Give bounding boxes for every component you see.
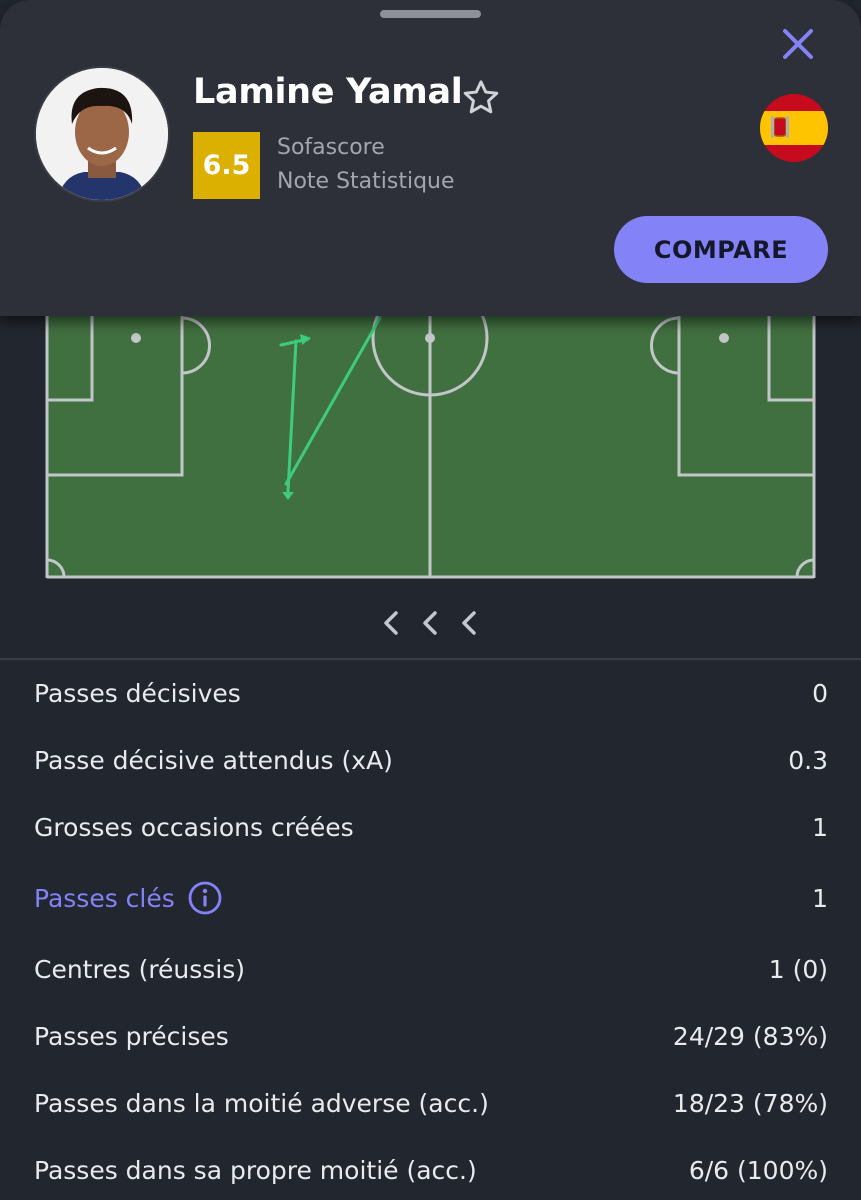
stat-label: Passes précises: [34, 1021, 229, 1051]
stat-label: Passes décisives: [34, 678, 241, 708]
key-passes-link[interactable]: Passes clés: [34, 880, 223, 916]
pitch-pager[interactable]: [380, 606, 480, 644]
stat-value: 0.3: [788, 745, 828, 775]
stat-row: Centres (réussis) 1 (0): [34, 945, 828, 993]
section-divider: [0, 658, 861, 660]
chevron-left-icon: [380, 608, 402, 642]
stat-label[interactable]: Passes clés: [34, 884, 175, 913]
stat-value: 0: [812, 678, 828, 708]
stat-label: Grosses occasions créées: [34, 812, 354, 842]
stat-value: 1 (0): [768, 954, 828, 984]
player-avatar: [34, 66, 170, 202]
close-button[interactable]: [776, 24, 820, 68]
favorite-button[interactable]: [458, 78, 504, 122]
stat-label: Centres (réussis): [34, 954, 246, 984]
chevron-left-icon: [419, 608, 441, 642]
chevron-left-icon: [458, 608, 480, 642]
star-outline-icon: [460, 77, 502, 123]
close-icon: [781, 27, 815, 65]
stat-row: Grosses occasions créées 1: [34, 803, 828, 851]
spain-flag-icon: [760, 94, 828, 162]
player-name: Lamine Yamal: [193, 72, 463, 112]
stat-label: Passe décisive attendus (xA): [34, 745, 393, 775]
stat-row: Passe décisive attendus (xA) 0.3: [34, 736, 828, 784]
drag-handle[interactable]: [380, 10, 481, 18]
stat-row: Passes dans sa propre moitié (acc.) 6/6 …: [34, 1146, 828, 1194]
stat-row-key-passes[interactable]: Passes clés 1: [34, 874, 828, 922]
stat-row: Passes dans la moitié adverse (acc.) 18/…: [34, 1079, 828, 1127]
stat-value: 6/6 (100%): [688, 1155, 828, 1185]
rating-badge: 6.5: [193, 132, 260, 199]
compare-button[interactable]: COMPARE: [614, 216, 828, 283]
rating-source: Sofascore: [277, 135, 385, 160]
stat-value: 24/29 (83%): [672, 1021, 828, 1051]
stat-row: Passes décisives 0: [34, 669, 828, 717]
stat-value: 18/23 (78%): [672, 1088, 828, 1118]
info-circle-icon[interactable]: [187, 880, 223, 916]
stat-value: 1: [812, 812, 828, 842]
stat-label: Passes dans la moitié adverse (acc.): [34, 1088, 489, 1118]
stat-label: Passes dans sa propre moitié (acc.): [34, 1155, 477, 1185]
rating-label: Note Statistique: [277, 169, 455, 194]
stat-value: 1: [812, 883, 828, 913]
pass-map-pitch: [0, 279, 861, 590]
player-header: Lamine Yamal 6.5 Sofascore Note Statisti…: [0, 0, 861, 316]
stat-row: Passes précises 24/29 (83%): [34, 1012, 828, 1060]
